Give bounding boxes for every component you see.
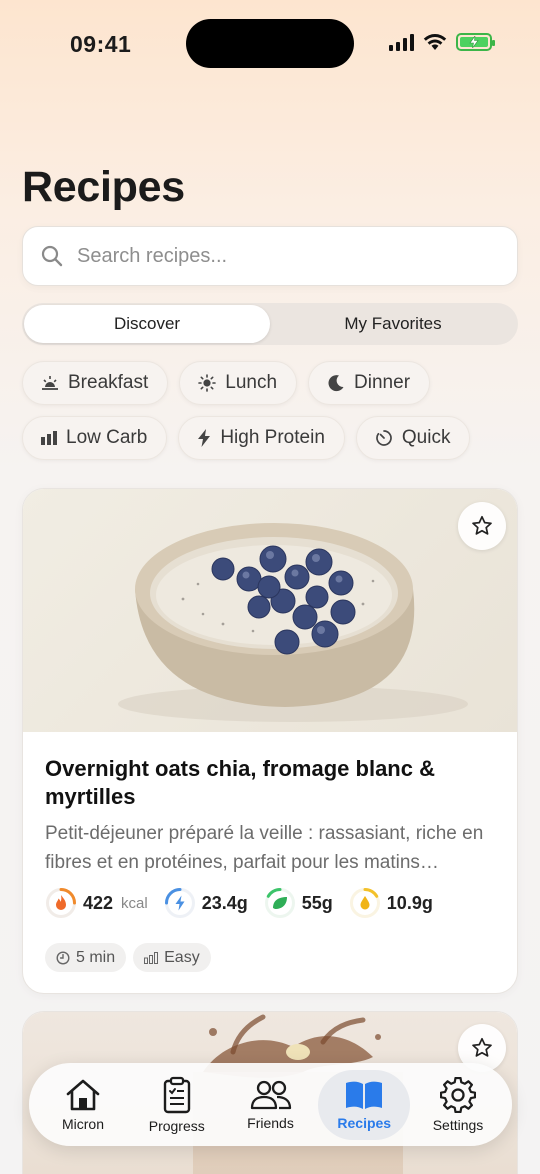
page-title: Recipes xyxy=(22,163,185,211)
tag-difficulty: Easy xyxy=(133,943,211,972)
fat-value: 10.9g xyxy=(386,892,433,913)
segment-my-favorites[interactable]: My Favorites xyxy=(270,305,516,343)
sun-icon xyxy=(198,374,217,392)
wifi-icon xyxy=(423,34,447,50)
tab-micron[interactable]: Micron xyxy=(37,1070,129,1140)
recipe-tags: 5 min Easy xyxy=(45,943,211,972)
chip-label: High Protein xyxy=(220,427,325,448)
tag-label: 5 min xyxy=(76,948,116,966)
favorite-button[interactable] xyxy=(458,502,506,550)
calorie-ring xyxy=(45,887,77,919)
chip-label: Breakfast xyxy=(68,372,149,393)
sunrise-icon xyxy=(42,376,58,390)
status-time: 09:41 xyxy=(70,31,132,57)
cellular-signal-icon xyxy=(389,33,414,51)
protein-value: 23.4g xyxy=(201,892,248,913)
filter-chips-row-2: Low Carb High Protein Quick xyxy=(22,416,471,460)
nutrition-carbs: 55g xyxy=(264,887,333,919)
fat-ring xyxy=(349,887,381,919)
star-icon xyxy=(472,1037,492,1057)
difficulty-icon xyxy=(144,951,159,964)
timer-icon xyxy=(376,430,392,446)
filter-chips-row-1: Breakfast Lunch Dinner xyxy=(22,361,431,405)
tab-progress[interactable]: Progress xyxy=(131,1070,223,1140)
search-bar[interactable] xyxy=(22,226,518,286)
system-icons xyxy=(389,33,495,51)
people-icon xyxy=(250,1080,291,1109)
battery-icon xyxy=(456,33,495,51)
tab-label: Friends xyxy=(247,1114,294,1131)
tab-label: Micron xyxy=(61,1115,104,1132)
flame-icon xyxy=(56,895,66,910)
chip-label: Lunch xyxy=(225,372,278,393)
tab-label: Settings xyxy=(432,1116,484,1133)
chip-label: Quick xyxy=(401,427,451,448)
bolt-icon xyxy=(175,895,185,911)
chip-dinner[interactable]: Dinner xyxy=(308,361,431,405)
bolt-icon xyxy=(198,429,211,447)
search-input[interactable] xyxy=(77,244,477,268)
status-bar: 09:41 xyxy=(0,0,540,90)
chip-breakfast[interactable]: Breakfast xyxy=(22,361,169,405)
chip-lunch[interactable]: Lunch xyxy=(179,361,298,405)
search-icon xyxy=(41,245,63,267)
oats-bowl-illustration xyxy=(118,523,468,722)
book-icon xyxy=(346,1081,383,1109)
tab-bar: Micron Progress Friends Recipes Settings xyxy=(29,1063,512,1146)
dynamic-island xyxy=(186,19,354,68)
tab-settings[interactable]: Settings xyxy=(412,1070,504,1140)
gear-icon xyxy=(440,1076,476,1113)
bars-icon xyxy=(41,431,57,445)
drop-icon xyxy=(360,896,370,910)
chip-quick[interactable]: Quick xyxy=(355,416,471,460)
calorie-unit: kcal xyxy=(121,894,148,912)
protein-ring xyxy=(164,887,196,919)
clock-icon xyxy=(56,950,70,965)
nutrition-summary: 422 kcal 23.4g 55g 10.9g xyxy=(45,887,433,919)
nutrition-protein: 23.4g xyxy=(164,887,248,919)
recipe-description: Petit-déjeuner préparé la veille : rassa… xyxy=(45,823,484,873)
recipe-card[interactable]: Overnight oats chia, fromage blanc & myr… xyxy=(22,488,518,994)
leaf-icon xyxy=(272,897,287,909)
nutrition-fat: 10.9g xyxy=(349,887,433,919)
chip-label: Dinner xyxy=(354,372,411,393)
nutrition-calories: 422 kcal xyxy=(45,887,148,919)
moon-icon xyxy=(328,375,344,392)
clipboard-icon xyxy=(163,1076,190,1113)
tab-friends[interactable]: Friends xyxy=(225,1070,317,1140)
carbs-value: 55g xyxy=(301,892,333,913)
calorie-value: 422 xyxy=(83,892,114,913)
tag-label: Easy xyxy=(164,948,200,966)
segmented-control: Discover My Favorites xyxy=(22,303,518,345)
tab-label: Progress xyxy=(148,1117,205,1134)
star-icon xyxy=(472,515,492,535)
tab-label: Recipes xyxy=(337,1114,392,1131)
home-icon xyxy=(66,1079,100,1110)
tag-time: 5 min xyxy=(45,943,127,972)
recipe-title: Overnight oats chia, fromage blanc & myr… xyxy=(45,756,435,809)
chip-label: Low Carb xyxy=(66,427,148,448)
chip-high-protein[interactable]: High Protein xyxy=(178,416,345,460)
segment-discover[interactable]: Discover xyxy=(24,305,270,343)
tab-recipes[interactable]: Recipes xyxy=(318,1069,411,1140)
recipe-image xyxy=(23,489,517,732)
chip-low-carb[interactable]: Low Carb xyxy=(22,416,168,460)
carbs-ring xyxy=(264,887,296,919)
